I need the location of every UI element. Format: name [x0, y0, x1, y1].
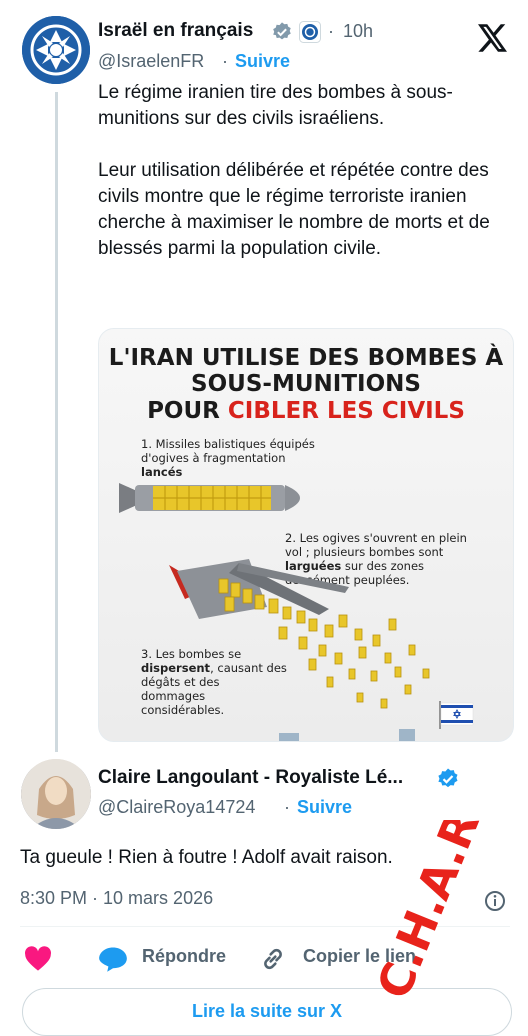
infographic-title-line-1: L'IRAN UTILISE DES BOMBES À — [108, 345, 504, 371]
infographic-title-line-2: SOUS-MUNITIONS — [191, 371, 421, 397]
infographic-image[interactable]: L'IRAN UTILISE DES BOMBES À SOUS-MUNITIO… — [98, 328, 514, 742]
missile-illustration — [119, 483, 300, 513]
avatar-claire[interactable] — [21, 759, 91, 829]
israel-flag-icon — [439, 701, 474, 729]
reply-timestamp[interactable]: 8:30 PM · 10 mars 2026 — [20, 888, 213, 909]
building-silhouette — [279, 733, 299, 741]
step-3-text: 3. Les bombes se dispersent, causant des… — [141, 647, 287, 717]
author-handle[interactable]: @IsraelenFR — [98, 51, 204, 72]
emblem-icon — [22, 16, 90, 84]
avatar-israelenfr[interactable] — [22, 16, 90, 84]
separator-dot: · — [222, 51, 228, 71]
char-watermark: C.H.A.R. — [366, 820, 497, 1006]
reply-text: Ta gueule ! Rien à foutre ! Adolf avait … — [20, 847, 393, 868]
tweet-paragraph-1: Le régime iranien tire des bombes à sous… — [98, 82, 453, 129]
tweet-text: Le régime iranien tire des bombes à sous… — [98, 80, 508, 288]
verified-badge-gray-icon — [273, 22, 291, 40]
reply-button[interactable]: Répondre — [142, 946, 226, 967]
step-1-text: 1. Missiles balistiques équipés d'ogives… — [141, 437, 315, 479]
reply-bubble-icon[interactable] — [98, 945, 128, 973]
heart-icon[interactable] — [24, 946, 52, 972]
building-silhouette — [399, 729, 415, 741]
affiliate-badge-icon — [299, 21, 321, 43]
follow-button[interactable]: Suivre — [235, 51, 290, 72]
x-logo-icon[interactable] — [478, 24, 508, 52]
thread-line — [55, 92, 58, 752]
reply-author-name[interactable]: Claire Langoulant - Royaliste Lé... — [98, 767, 403, 789]
time-ago[interactable]: 10h — [343, 21, 373, 42]
tweet-paragraph-2: Leur utilisation délibérée et répétée co… — [98, 160, 490, 259]
verified-badge-blue-icon — [438, 768, 458, 788]
author-name[interactable]: Israël en français — [98, 20, 253, 42]
svg-text:C.H.A.R.: C.H.A.R. — [366, 820, 497, 1006]
infographic-title-line-3: POUR CIBLER LES CIVILS — [147, 398, 465, 424]
reply-handle[interactable]: @ClaireRoya14724 — [98, 797, 255, 818]
link-icon[interactable] — [259, 945, 287, 973]
separator-dot: · — [328, 21, 334, 41]
reply-follow-button[interactable]: Suivre — [297, 797, 352, 818]
portrait-icon — [21, 759, 91, 829]
separator-dot: · — [284, 797, 290, 817]
